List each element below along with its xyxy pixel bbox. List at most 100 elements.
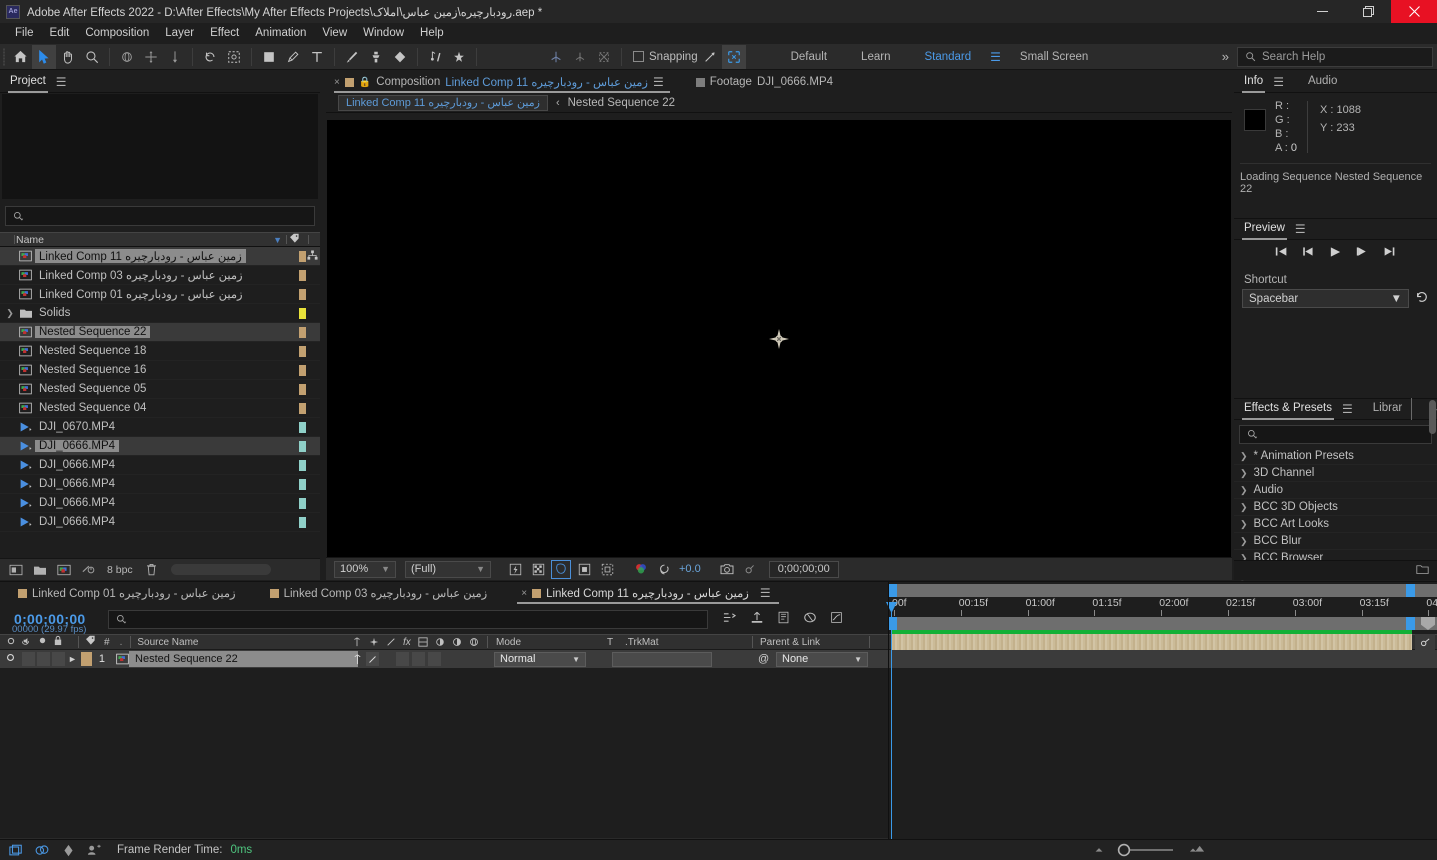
selection-tool-icon[interactable] [32,44,56,69]
tab-footage[interactable]: Footage DJI_0666.MP4 [695,71,847,93]
snap-scale-icon[interactable] [721,44,746,69]
project-item-4[interactable]: Nested Sequence 22 [0,323,320,342]
solo-toggle-cell[interactable] [37,652,50,666]
orbit-tool-icon[interactable] [115,45,139,69]
effects-menu-icon[interactable]: ☰ [1342,402,1353,416]
chevron-right-icon[interactable]: ❯ [1240,502,1248,513]
project-item-8[interactable]: Nested Sequence 04 [0,399,320,418]
project-item-14[interactable]: DJI_0666.MP4 [0,513,320,532]
column-name-label[interactable]: Name [0,234,44,246]
menu-help[interactable]: Help [412,23,452,44]
label-color-swatch[interactable] [299,440,306,452]
video-toggle-icon[interactable] [5,652,16,666]
effects-search-input[interactable] [1239,425,1432,444]
timeline-tab-comp-03[interactable]: زمین عباس - رودبارچیره Linked Comp 03 [269,582,487,604]
playhead-line[interactable] [891,602,892,839]
menu-window[interactable]: Window [355,23,412,44]
minimize-button[interactable] [1299,0,1345,23]
effects-category-2[interactable]: ❯ Audio [1234,482,1437,499]
delete-icon[interactable] [141,561,163,579]
close-icon[interactable]: × [521,588,527,599]
project-item-9[interactable]: DJI_0670.MP4 [0,418,320,437]
layer-source-name[interactable]: Nested Sequence 22 [129,651,358,667]
work-area-bar[interactable] [888,584,1437,597]
resolution-select[interactable]: (Full) ▼ [405,560,491,578]
chevron-right-icon[interactable]: ❯ [1240,468,1248,479]
tab-audio[interactable]: Audio [1308,71,1337,93]
menu-composition[interactable]: Composition [77,23,157,44]
mask-paths-icon[interactable] [551,559,571,579]
layer-label-color[interactable] [80,652,92,666]
menu-animation[interactable]: Animation [247,23,314,44]
workspace-small-screen[interactable]: Small Screen [1003,51,1105,63]
text-tool-icon[interactable] [305,45,329,69]
composition-mini-flowchart-icon[interactable] [722,611,737,627]
trkmat-header[interactable]: .TrkMat [625,637,659,648]
chevron-right-icon[interactable]: ❯ [1240,536,1248,547]
project-item-0[interactable]: زمین عباس - رودبارچیره Linked Comp 11 [0,247,320,266]
twisty-icon[interactable]: ❯ [4,308,16,319]
eraser-tool-icon[interactable] [388,45,412,69]
label-color-swatch[interactable] [299,269,306,281]
composition-menu-icon[interactable]: ☰ [653,75,664,89]
shape-tool-icon[interactable] [257,45,281,69]
work-area-end-handle[interactable] [1406,584,1415,597]
clone-stamp-tool-icon[interactable] [364,45,388,69]
t-header[interactable]: T [607,637,613,648]
sort-descending-icon[interactable]: ▼ [273,235,282,245]
preview-menu-icon[interactable]: ☰ [1295,222,1306,236]
workspace-learn[interactable]: Learn [844,51,907,63]
label-color-swatch[interactable] [299,421,306,433]
comp-mini-flowchart-icon[interactable] [33,842,51,859]
snapping-toggle[interactable]: Snapping [633,51,698,63]
project-search-input[interactable] [5,206,315,226]
new-folder-icon[interactable] [1416,563,1429,578]
audio-toggle-cell[interactable] [22,652,35,666]
timeline-search-input[interactable] [107,609,708,629]
toolbar-grip[interactable] [0,44,8,70]
reset-shortcut-icon[interactable] [1415,290,1429,307]
exposure-value[interactable]: +0.0 [679,563,701,575]
hand-tool-icon[interactable] [56,45,80,69]
local-axis-icon[interactable] [544,45,568,69]
project-item-5[interactable]: Nested Sequence 18 [0,342,320,361]
project-item-1[interactable]: زمین عباس - رودبارچیره Linked Comp 03 [0,266,320,285]
roto-brush-tool-icon[interactable] [222,45,246,69]
lock-toggle-cell[interactable] [52,652,65,666]
channel-select-icon[interactable] [631,560,651,579]
project-item-7[interactable]: Nested Sequence 05 [0,380,320,399]
menu-edit[interactable]: Edit [42,23,78,44]
project-item-6[interactable]: Nested Sequence 16 [0,361,320,380]
project-item-13[interactable]: DJI_0666.MP4 [0,494,320,513]
menu-view[interactable]: View [314,23,355,44]
project-item-list[interactable]: زمین عباس - رودبارچیره Linked Comp 11 زمی… [0,247,320,532]
workspace-menu-icon[interactable]: ☰ [988,50,1003,64]
label-color-icon[interactable] [289,233,300,247]
layer-duration-bar[interactable] [891,634,1412,650]
rotation-tool-icon[interactable] [198,45,222,69]
draft-3d-icon[interactable] [750,611,764,627]
tab-project[interactable]: Project [8,71,48,93]
layer-stretch-handle[interactable] [1415,634,1435,650]
effects-category-5[interactable]: ❯ BCC Blur [1234,533,1437,550]
fast-previews-icon[interactable] [505,560,525,579]
dolly-tool-icon[interactable] [163,45,187,69]
effects-scrollbar[interactable] [1429,400,1436,434]
source-name-header[interactable]: Source Name [131,637,198,648]
project-settings-icon[interactable] [77,561,99,579]
menu-file[interactable]: File [7,23,42,44]
mode-header[interactable]: Mode [496,637,521,648]
menu-layer[interactable]: Layer [157,23,202,44]
label-color-swatch[interactable] [299,326,306,338]
puppet-pin-tool-icon[interactable] [423,45,447,69]
last-frame-icon[interactable] [1383,246,1396,260]
workspace-standard[interactable]: Standard [907,51,988,63]
work-area-start-handle[interactable] [888,584,897,597]
parent-link-header[interactable]: Parent & Link [760,637,820,648]
label-color-swatch[interactable] [299,516,306,528]
search-help-box[interactable]: Search Help [1237,46,1433,67]
close-button[interactable] [1391,0,1437,23]
workspace-overflow-icon[interactable]: » [1222,49,1229,64]
shortcut-select[interactable]: Spacebar ▼ [1242,289,1409,308]
effects-category-3[interactable]: ❯ BCC 3D Objects [1234,499,1437,516]
